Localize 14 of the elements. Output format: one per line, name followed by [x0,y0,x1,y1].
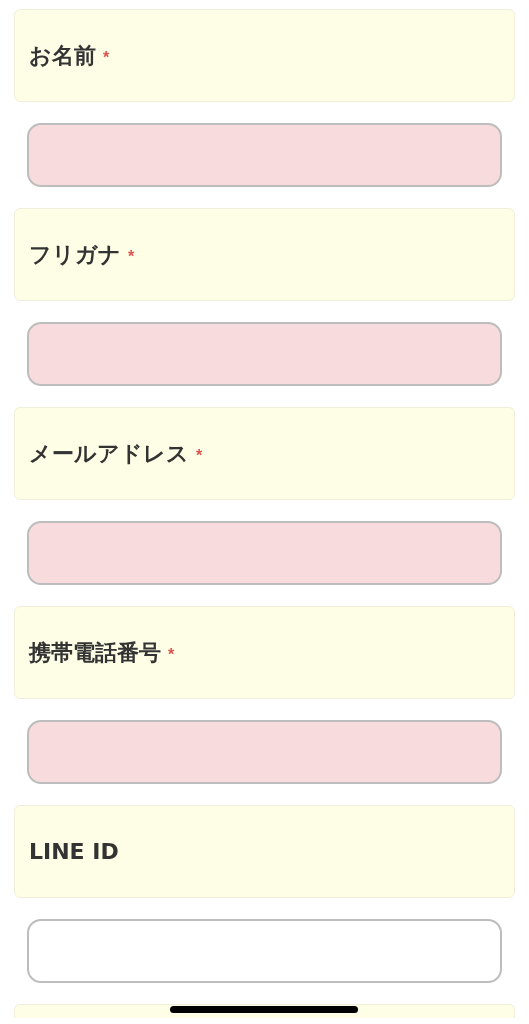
required-asterisk: * [103,47,110,68]
field-label: お名前 [29,42,96,70]
input-field[interactable] [27,521,502,585]
field-label: メールアドレス [29,440,189,468]
input-field[interactable] [27,123,502,187]
field-label: LINE ID [29,838,119,866]
input-field[interactable] [27,322,502,386]
field-label: フリガナ [29,241,121,269]
field-label: 携帯電話番号 [29,639,161,667]
required-asterisk: * [196,445,203,466]
required-asterisk: * [128,246,135,267]
required-asterisk: * [168,644,175,665]
input-field[interactable] [27,720,502,784]
input-field[interactable] [27,919,502,983]
